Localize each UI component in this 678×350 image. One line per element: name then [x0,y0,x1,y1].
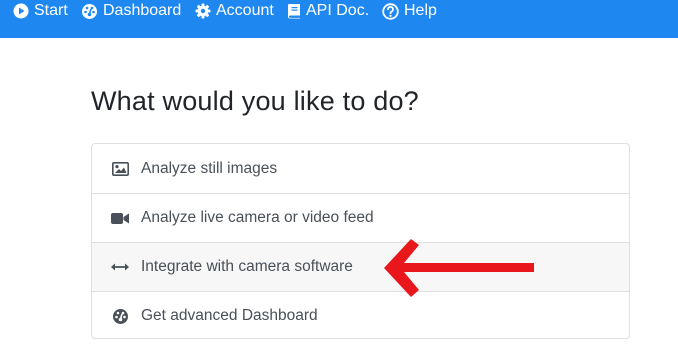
horizontal-arrows-icon [111,258,129,276]
question-circle-icon [382,2,399,20]
nav-help[interactable]: Help [382,0,437,22]
option-analyze-live-camera[interactable]: Analyze live camera or video feed [92,193,629,242]
book-icon [288,4,300,19]
red-arrow-icon [384,239,534,297]
nav-account[interactable]: Account [195,0,274,22]
nav-start[interactable]: Start [13,0,68,22]
option-analyze-still-images[interactable]: Analyze still images [92,144,629,193]
option-integrate-camera-software[interactable]: Integrate with camera software [92,242,629,291]
gear-icon [195,3,211,19]
option-get-advanced-dashboard[interactable]: Get advanced Dashboard [92,291,629,338]
option-label: Analyze still images [141,159,278,177]
option-label: Analyze live camera or video feed [141,209,374,226]
option-label: Integrate with camera software [141,258,353,275]
play-circle-icon [13,3,29,19]
nav-dashboard[interactable]: Dashboard [81,0,181,22]
dashboard-gauge-icon [82,4,97,19]
top-navbar: Start Dashboard Account API Doc. Help [0,0,678,38]
image-icon [111,160,129,178]
page-title: What would you like to do? [91,86,419,116]
nav-start-label: Start [34,2,68,19]
nav-help-label: Help [404,2,437,19]
nav-dashboard-label: Dashboard [103,2,182,19]
nav-api-doc[interactable]: API Doc. [287,0,369,22]
nav-account-label: Account [216,2,274,19]
nav-api-doc-label: API Doc. [306,2,370,19]
options-list: Analyze still images Analyze live camera… [91,143,630,339]
video-camera-icon [111,209,129,227]
option-label: Get advanced Dashboard [141,307,318,324]
dashboard-gauge-icon [111,307,129,325]
